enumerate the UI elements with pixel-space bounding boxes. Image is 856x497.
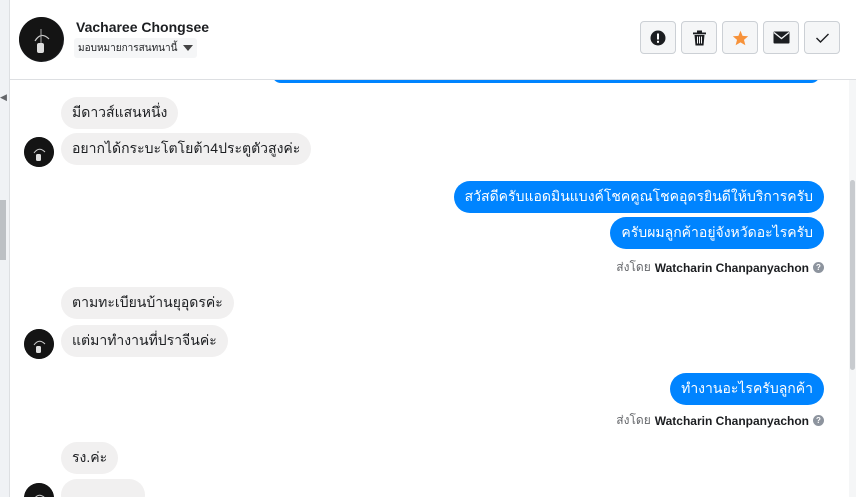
incoming-message-partial[interactable] xyxy=(61,479,145,497)
caret-down-icon xyxy=(183,45,194,51)
sent-by-prefix: ส่งโดย xyxy=(616,260,651,274)
left-panel-edge: ◀ xyxy=(0,0,10,497)
thread-scrollbar[interactable] xyxy=(849,80,856,497)
incoming-message[interactable]: อยากได้กระบะโตโยต้า4ประตูตัวสูงค่ะ xyxy=(61,133,312,165)
star-icon xyxy=(732,30,748,45)
agent-name[interactable]: Watcharin Chanpanyachon xyxy=(655,261,809,275)
exclamation-icon xyxy=(650,30,666,45)
envelope-icon xyxy=(773,31,789,44)
incoming-message[interactable]: ตามทะเบียนบ้านยุอุดรค่ะ xyxy=(61,287,234,319)
left-scroll-thumb[interactable] xyxy=(0,200,6,260)
contact-avatar-small[interactable] xyxy=(24,329,54,359)
avatar-image-icon xyxy=(19,17,63,61)
assign-label: มอบหมายการสนทนานี้ xyxy=(78,42,178,54)
contact-name[interactable]: Vacharee Chongsee xyxy=(76,19,209,35)
agent-name[interactable]: Watcharin Chanpanyachon xyxy=(655,414,809,428)
contact-avatar-small[interactable] xyxy=(24,137,54,167)
mark-unread-button[interactable] xyxy=(763,21,799,54)
help-icon[interactable]: ? xyxy=(813,262,824,273)
conversation-actions xyxy=(640,21,840,54)
sent-by-prefix: ส่งโดย xyxy=(616,413,651,427)
incoming-message[interactable]: แต่มาทำงานที่ปราจีนค่ะ xyxy=(61,325,228,357)
outgoing-message[interactable]: สวัสดีครับแอดมินแบงค์โชคคูณโชคอุดรยินดีใ… xyxy=(453,181,824,213)
help-icon[interactable]: ? xyxy=(813,415,824,426)
spam-button[interactable] xyxy=(640,21,676,54)
scrollbar-thumb[interactable] xyxy=(850,180,855,370)
outgoing-message[interactable]: ครับผมลูกค้าอยู่จังหวัดอะไรครับ xyxy=(610,217,824,249)
collapse-arrow-icon[interactable]: ◀ xyxy=(0,92,7,103)
incoming-message[interactable]: รง.ค่ะ xyxy=(61,442,119,474)
avatar-image-icon xyxy=(24,137,54,167)
check-icon xyxy=(815,33,829,43)
star-button[interactable] xyxy=(722,21,758,54)
outgoing-message[interactable]: ทำงานอะไรครับลูกค้า xyxy=(670,373,824,405)
avatar-image-icon xyxy=(24,329,54,359)
incoming-message[interactable]: มีดาวส์แสนหนึ่ง xyxy=(61,97,179,129)
done-button[interactable] xyxy=(804,21,840,54)
outgoing-message-partial xyxy=(272,80,820,83)
assign-conversation-dropdown[interactable]: มอบหมายการสนทนานี้ xyxy=(74,38,198,58)
delete-button[interactable] xyxy=(681,21,717,54)
sent-by-label: ส่งโดย Watcharin Chanpanyachon ? xyxy=(616,411,824,430)
trash-icon xyxy=(692,30,706,45)
sent-by-label: ส่งโดย Watcharin Chanpanyachon ? xyxy=(616,258,824,277)
message-thread[interactable]: มีดาวส์แสนหนึ่ง อยากได้กระบะโตโยต้า4ประต… xyxy=(10,80,848,497)
conversation-header: Vacharee Chongsee มอบหมายการสนทนานี้ xyxy=(10,0,856,80)
contact-avatar[interactable] xyxy=(19,17,64,62)
contact-avatar-small[interactable] xyxy=(24,483,54,497)
avatar-image-icon xyxy=(24,483,54,497)
